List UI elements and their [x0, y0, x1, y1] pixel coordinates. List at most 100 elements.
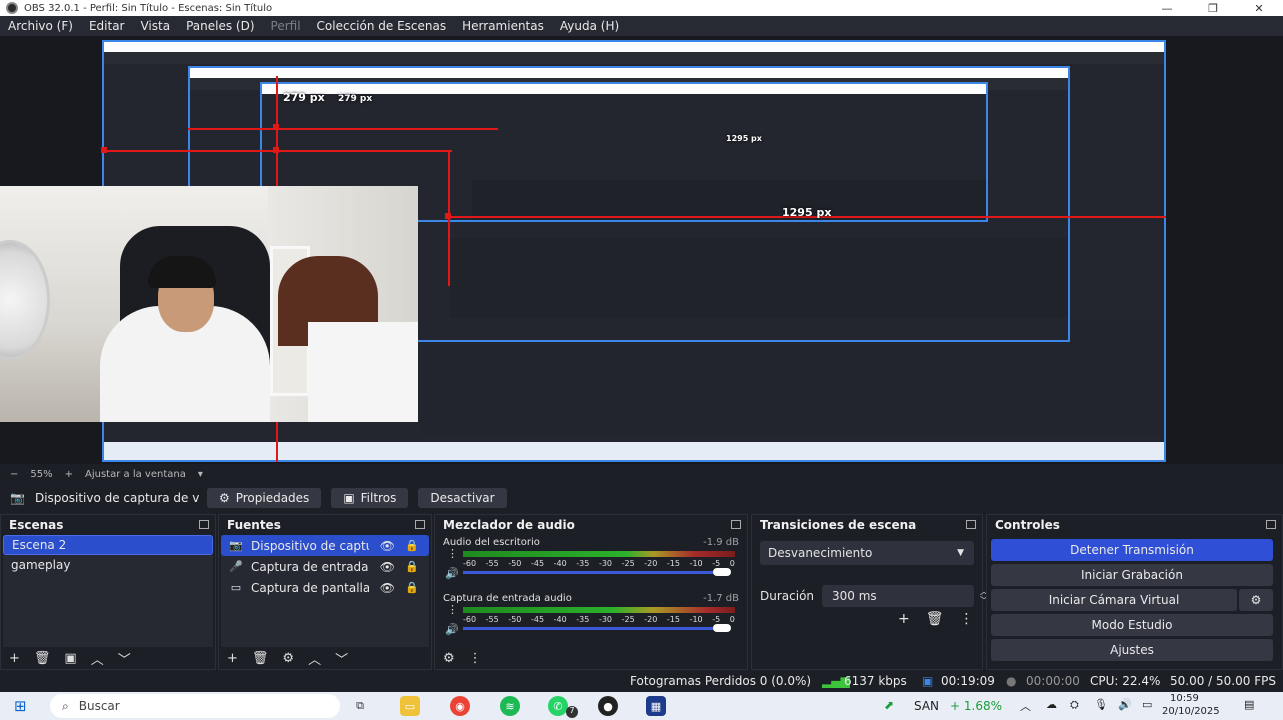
resize-handle[interactable]: [101, 147, 107, 153]
minimize-button[interactable]: —: [1144, 0, 1190, 16]
volume-slider-handle[interactable]: [713, 568, 731, 576]
caret-down-icon[interactable]: ▾: [198, 469, 203, 480]
menu-file[interactable]: Archivo (F): [8, 19, 73, 33]
menu-edit[interactable]: Editar: [89, 19, 125, 33]
channel-db: -1.7 dB: [703, 593, 739, 604]
camera-icon: 📷: [229, 539, 243, 552]
speaker-icon[interactable]: 🔊: [445, 623, 459, 636]
notification-icon[interactable]: ▤: [1244, 698, 1254, 711]
network-icon[interactable]: ☁: [1046, 698, 1057, 711]
chevron-down-icon[interactable]: ﹀: [335, 649, 348, 668]
preview-canvas[interactable]: 279 px 279 px 1295 px 1295 px: [0, 36, 1283, 464]
close-button[interactable]: ✕: [1236, 0, 1282, 16]
stop-stream-button[interactable]: Detener Transmisión: [991, 539, 1273, 561]
obs-icon[interactable]: ●: [598, 696, 618, 716]
deactivate-button[interactable]: Desactivar: [418, 488, 507, 508]
duration-input[interactable]: 300 ms: [822, 585, 975, 607]
add-icon[interactable]: +: [227, 651, 238, 666]
windows-start-icon[interactable]: ⊞: [14, 697, 27, 715]
add-icon[interactable]: +: [9, 651, 20, 666]
kebab-menu-icon[interactable]: ⋮: [447, 603, 458, 616]
chevron-up-icon[interactable]: ︿: [1020, 698, 1031, 714]
trash-icon[interactable]: 🗑: [926, 611, 944, 627]
task-view-icon[interactable]: ⧉: [350, 696, 370, 716]
spotify-icon[interactable]: ≋: [500, 696, 520, 716]
advanced-audio-icon[interactable]: ⚙: [443, 651, 455, 666]
file-explorer-icon[interactable]: ▭: [400, 696, 420, 716]
app-icon[interactable]: ▦: [646, 696, 666, 716]
source-item[interactable]: ▭ Captura de pantalla 👁 🔒: [221, 577, 429, 598]
menu-help[interactable]: Ayuda (H): [560, 19, 619, 33]
volume-slider[interactable]: [463, 568, 731, 576]
webcam-capture-source[interactable]: [0, 186, 418, 422]
camera-icon: 📷: [10, 491, 25, 505]
virtual-camera-settings-button[interactable]: ⚙: [1239, 589, 1273, 611]
volume-slider[interactable]: [463, 624, 731, 632]
zoom-out-button[interactable]: −: [10, 469, 18, 480]
studio-mode-button[interactable]: Modo Estudio: [991, 614, 1273, 636]
kebab-menu-icon[interactable]: ⋮: [469, 651, 482, 666]
resize-handle[interactable]: [445, 213, 451, 219]
filter-icon[interactable]: ▣: [64, 651, 76, 666]
deactivate-label: Desactivar: [430, 491, 495, 505]
properties-button[interactable]: ⚙ Propiedades: [206, 488, 322, 508]
eye-icon[interactable]: 👁: [380, 539, 395, 553]
vpn-icon[interactable]: ⛭: [1070, 698, 1079, 712]
meter-ticks: -60 -55 -50 -45 -40 -35 -30 -25 -20 -15 -10 -5 0: [463, 559, 735, 568]
scene-item-escena-2[interactable]: Escena 2: [3, 535, 213, 555]
scene-item-gameplay[interactable]: gameplay: [3, 555, 213, 575]
controls-dock: Controles Detener Transmisión Iniciar Gr…: [986, 514, 1283, 670]
transition-select[interactable]: Desvanecimiento ▼: [760, 541, 974, 565]
volume-slider-handle[interactable]: [713, 624, 731, 632]
filters-button[interactable]: ▣ Filtros: [331, 488, 409, 508]
battery-icon[interactable]: ▭: [1142, 698, 1152, 711]
menu-view[interactable]: Vista: [140, 19, 170, 33]
maximize-button[interactable]: ❐: [1190, 0, 1236, 16]
eye-icon[interactable]: 👁: [380, 560, 395, 574]
nested-title-bar: [190, 68, 1068, 78]
menu-profile[interactable]: Perfil: [271, 19, 301, 33]
kebab-menu-icon[interactable]: ⋮: [960, 611, 974, 627]
menu-tools[interactable]: Herramientas: [462, 19, 544, 33]
chevron-up-icon[interactable]: ︿: [91, 649, 104, 668]
speaker-icon[interactable]: 🔊: [445, 567, 459, 580]
clock-date[interactable]: 20/10/2025: [1162, 706, 1220, 717]
settings-button[interactable]: Ajustes: [991, 639, 1273, 661]
lock-icon[interactable]: 🔒: [405, 560, 419, 573]
undock-icon[interactable]: [1266, 520, 1276, 529]
microphone-icon[interactable]: 🎙: [1094, 698, 1108, 711]
chevron-down-icon[interactable]: ﹀: [118, 649, 131, 668]
undock-icon[interactable]: [731, 520, 741, 529]
undock-icon[interactable]: [199, 520, 209, 529]
source-item[interactable]: 🎤 Captura de entrada 👁 🔒: [221, 556, 429, 577]
undock-icon[interactable]: [966, 520, 976, 529]
transition-selected: Desvanecimiento: [768, 546, 873, 560]
resize-handle[interactable]: [273, 147, 279, 153]
menu-scene-collection[interactable]: Colección de Escenas: [317, 19, 447, 33]
zoom-fit-select[interactable]: Ajustar a la ventana: [85, 469, 186, 480]
resize-handle[interactable]: [273, 124, 279, 130]
stock-trend-icon: ⬈: [884, 698, 895, 712]
undock-icon[interactable]: [415, 520, 425, 529]
speaker-icon[interactable]: 🔊: [1118, 698, 1132, 711]
kebab-menu-icon[interactable]: ⋮: [447, 547, 458, 560]
eye-icon[interactable]: 👁: [380, 581, 395, 595]
lock-icon[interactable]: 🔒: [405, 539, 419, 552]
sources-title: Fuentes: [227, 518, 281, 532]
chevron-up-icon[interactable]: ︿: [308, 649, 321, 668]
add-icon[interactable]: +: [898, 611, 910, 627]
clock-time[interactable]: 10:59: [1170, 693, 1199, 704]
trash-icon[interactable]: 🗑: [34, 651, 51, 666]
start-record-button[interactable]: Iniciar Grabación: [991, 564, 1273, 586]
taskbar-search[interactable]: ⌕ Buscar: [50, 694, 340, 718]
source-item[interactable]: 📷 Dispositivo de captu 👁 🔒: [221, 535, 429, 556]
gear-icon[interactable]: ⚙: [282, 651, 294, 666]
whatsapp-icon[interactable]: ✆: [548, 696, 568, 716]
chrome-icon[interactable]: ◉: [450, 696, 470, 716]
virtual-camera-button[interactable]: Iniciar Cámara Virtual: [991, 589, 1237, 611]
scenes-title: Escenas: [9, 518, 64, 532]
lock-icon[interactable]: 🔒: [405, 581, 419, 594]
trash-icon[interactable]: 🗑: [252, 651, 269, 666]
zoom-in-button[interactable]: +: [65, 469, 73, 480]
menu-docks[interactable]: Paneles (D): [186, 19, 254, 33]
